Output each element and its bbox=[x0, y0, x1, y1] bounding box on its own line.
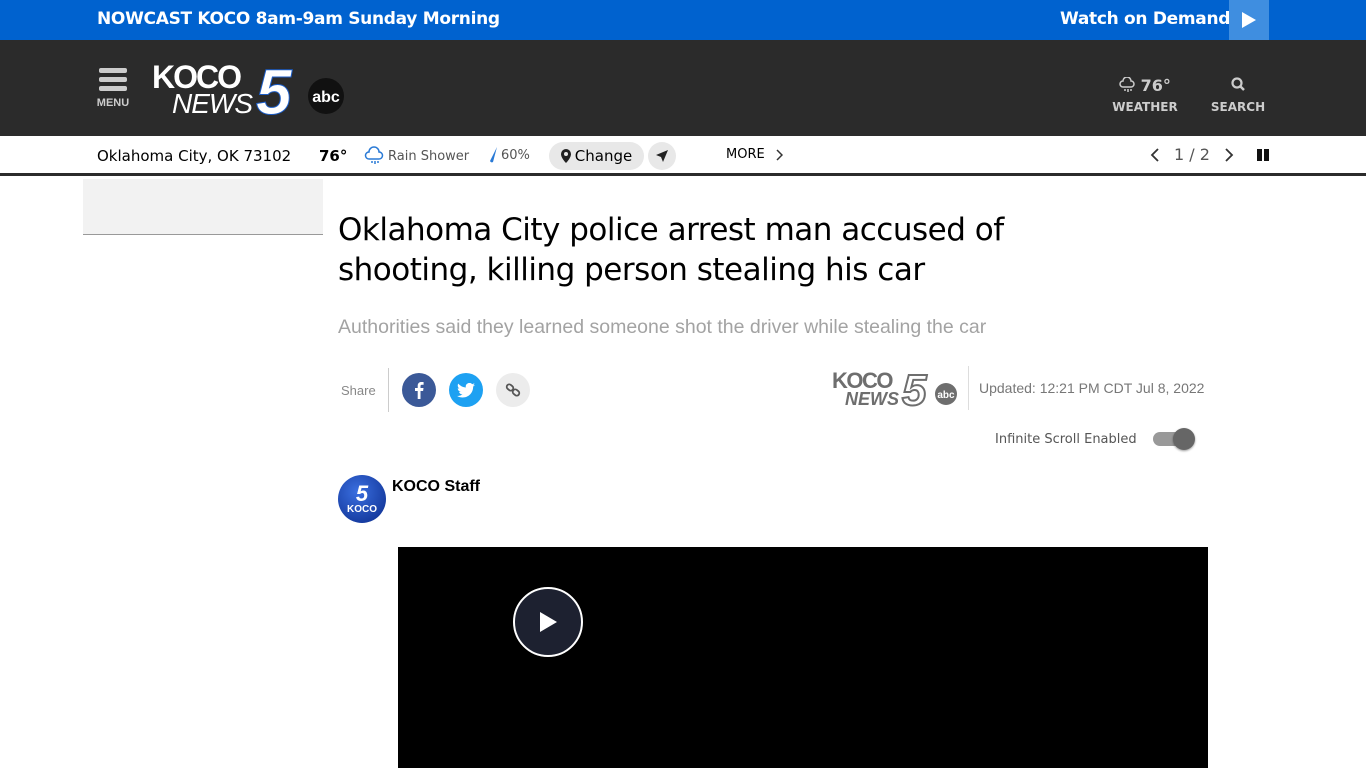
watch-on-demand-button[interactable] bbox=[1229, 0, 1269, 40]
play-icon bbox=[1242, 12, 1256, 28]
precip-value: 60% bbox=[501, 147, 530, 163]
search-button[interactable]: SEARCH bbox=[1210, 76, 1266, 114]
meta-divider bbox=[968, 366, 969, 410]
video-play-button[interactable] bbox=[513, 587, 583, 657]
hamburger-icon-bar bbox=[99, 86, 127, 91]
toggle-knob bbox=[1172, 428, 1195, 450]
avatar-number: 5 bbox=[355, 480, 369, 506]
change-location-button[interactable]: Change bbox=[549, 142, 644, 170]
weather-temp: 76° bbox=[319, 147, 348, 165]
play-icon bbox=[540, 612, 557, 632]
weather-pager: 1 / 2 bbox=[1150, 145, 1270, 164]
weather-condition-text: Rain Shower bbox=[388, 148, 470, 164]
nowcast-link[interactable]: NOWCAST KOCO 8am-9am Sunday Morning bbox=[97, 9, 500, 29]
watch-on-demand-link[interactable]: Watch on Demand bbox=[1060, 9, 1230, 29]
logo-abc: abc bbox=[312, 89, 340, 106]
chevron-right-icon[interactable] bbox=[1224, 147, 1234, 162]
precip-chance: 60% bbox=[487, 146, 530, 164]
pager-count: 1 / 2 bbox=[1174, 145, 1210, 164]
weather-location: Oklahoma City, OK 73102 bbox=[97, 147, 292, 165]
more-weather-link[interactable]: MORE bbox=[726, 147, 783, 162]
weather-condition: Rain Shower bbox=[364, 146, 469, 166]
chevron-right-icon bbox=[776, 148, 783, 161]
sidebar-ad-placeholder bbox=[83, 179, 323, 235]
site-header: MENU KOCO NEWS 5 abc 76° WEATHER SEARCH bbox=[0, 40, 1366, 136]
logo-5: 5 bbox=[256, 60, 293, 120]
author-name[interactable]: KOCO Staff bbox=[392, 478, 480, 496]
share-label: Share bbox=[341, 368, 389, 412]
header-temp: 76° bbox=[1140, 76, 1171, 95]
logo-small-5: 5 bbox=[902, 368, 927, 408]
hamburger-icon bbox=[99, 68, 127, 73]
menu-label: MENU bbox=[96, 97, 130, 109]
infinite-scroll-toggle[interactable] bbox=[1152, 428, 1195, 450]
weather-label: WEATHER bbox=[1112, 100, 1178, 114]
avatar-text: KOCO bbox=[347, 503, 377, 515]
raindrop-icon bbox=[490, 147, 497, 163]
share-twitter-button[interactable] bbox=[448, 373, 483, 407]
twitter-icon bbox=[456, 382, 475, 398]
search-label: SEARCH bbox=[1210, 100, 1266, 114]
logo-small-abc: abc bbox=[937, 390, 955, 401]
infinite-scroll-label: Infinite Scroll Enabled bbox=[995, 431, 1137, 447]
rain-shower-icon bbox=[364, 146, 384, 164]
change-label: Change bbox=[574, 147, 633, 165]
koco-news-5-logo-small: KOCO NEWS 5 abc bbox=[832, 368, 957, 408]
infinite-scroll-setting: Infinite Scroll Enabled bbox=[995, 428, 1195, 450]
koco-news-5-logo[interactable]: KOCO NEWS 5 abc bbox=[152, 60, 348, 120]
logo-small-news: NEWS bbox=[845, 389, 899, 408]
copy-link-button[interactable] bbox=[495, 373, 530, 407]
search-icon bbox=[1231, 77, 1245, 91]
nowcast-banner: NOWCAST KOCO 8am-9am Sunday Morning Watc… bbox=[0, 0, 1366, 40]
updated-timestamp: Updated: 12:21 PM CDT Jul 8, 2022 bbox=[979, 380, 1205, 396]
more-label: MORE bbox=[726, 147, 765, 162]
weather-bar: Oklahoma City, OK 73102 76° Rain Shower … bbox=[0, 136, 1366, 176]
facebook-icon bbox=[414, 382, 424, 399]
share-facebook-button[interactable] bbox=[401, 373, 436, 407]
hamburger-icon-bar bbox=[99, 77, 127, 82]
video-player[interactable] bbox=[398, 547, 1208, 768]
location-pin-icon bbox=[560, 149, 571, 163]
chevron-left-icon[interactable] bbox=[1150, 147, 1160, 162]
rain-cloud-icon bbox=[1119, 76, 1135, 92]
pause-icon[interactable] bbox=[1256, 148, 1270, 162]
author-byline: 5 KOCO KOCO Staff bbox=[338, 475, 480, 523]
logo-news: NEWS bbox=[172, 88, 253, 119]
link-icon bbox=[505, 383, 520, 397]
article-dek: Authorities said they learned someone sh… bbox=[338, 316, 987, 338]
menu-button[interactable]: MENU bbox=[96, 68, 130, 109]
article-meta: KOCO NEWS 5 abc Updated: 12:21 PM CDT Ju… bbox=[832, 366, 1204, 410]
use-my-location-button[interactable] bbox=[648, 142, 676, 170]
navigation-arrow-icon bbox=[656, 150, 668, 162]
author-avatar[interactable]: 5 KOCO bbox=[338, 475, 386, 523]
weather-button[interactable]: 76° WEATHER bbox=[1112, 76, 1178, 114]
share-bar: Share bbox=[341, 368, 530, 412]
article-headline: Oklahoma City police arrest man accused … bbox=[338, 212, 1004, 288]
